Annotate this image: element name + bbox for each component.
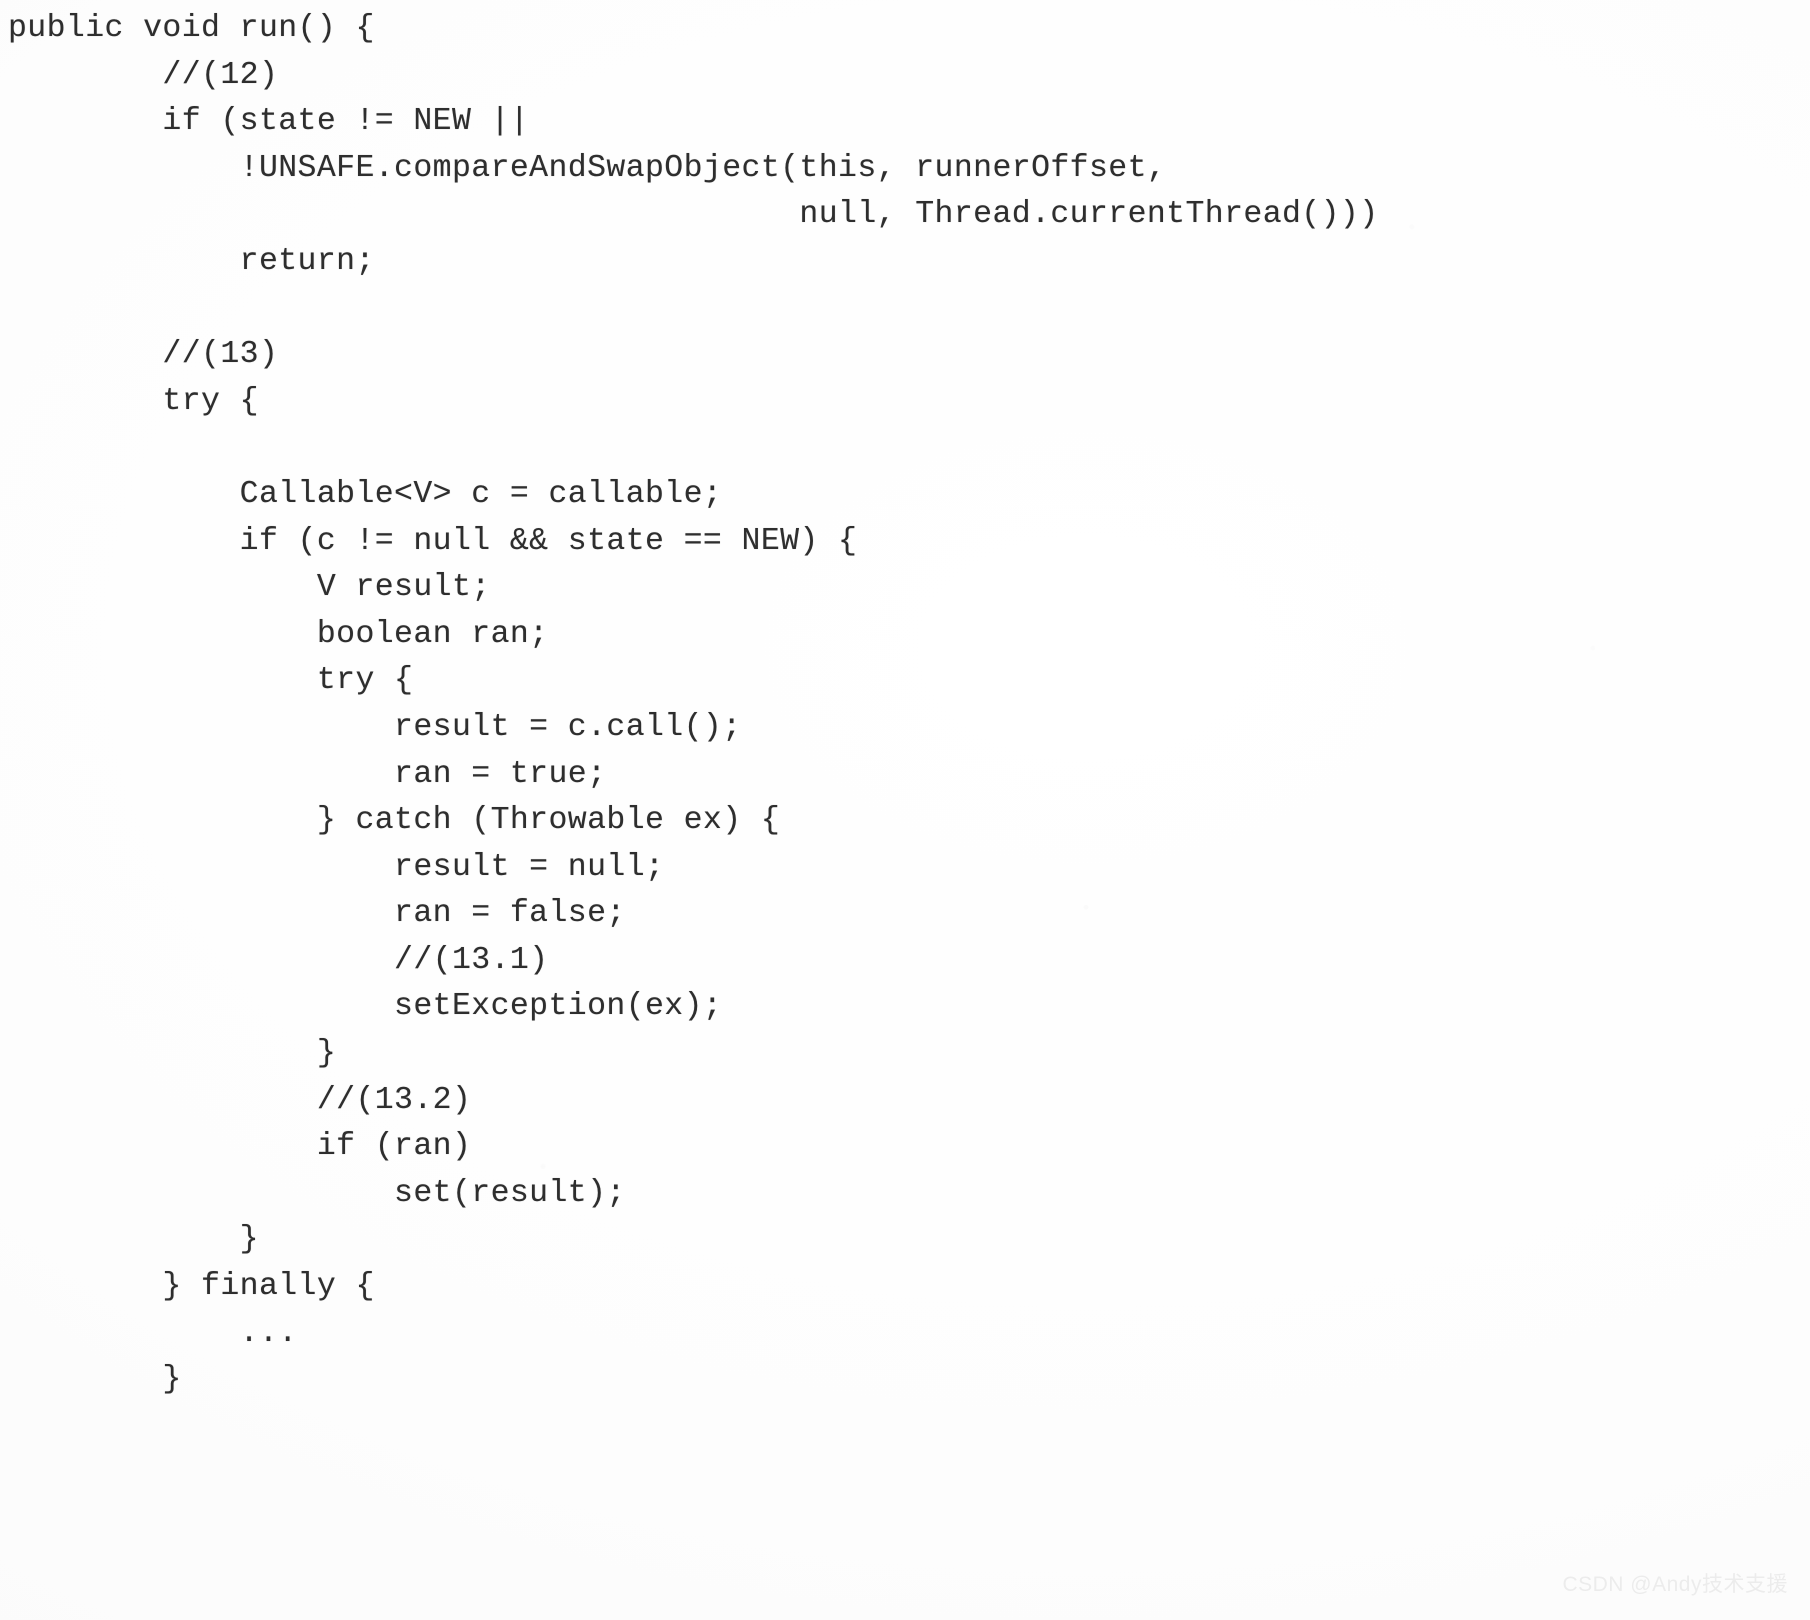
code-line: //(13.2) xyxy=(8,1082,472,1118)
code-line: set(result); xyxy=(8,1175,626,1211)
code-listing: public void run() { //(12) if (state != … xyxy=(0,0,1379,1404)
code-line: public void run() { xyxy=(8,11,375,46)
code-line: ran = true; xyxy=(8,756,607,792)
code-line: return; xyxy=(8,243,375,279)
code-line: result = c.call(); xyxy=(8,709,742,745)
code-line: } xyxy=(8,1222,259,1258)
code-line: ... xyxy=(8,1315,298,1351)
code-line: setException(ex); xyxy=(8,989,723,1025)
code-line: //(13) xyxy=(8,337,279,373)
code-line: try { xyxy=(8,663,414,699)
code-line: } finally { xyxy=(8,1269,375,1305)
code-line: if (state != NEW || xyxy=(8,104,530,140)
code-line: !UNSAFE.compareAndSwapObject(this, runne… xyxy=(8,150,1167,186)
code-line: } catch (Throwable ex) { xyxy=(8,803,781,839)
code-line: //(12) xyxy=(8,57,279,93)
code-line: Callable<V> c = callable; xyxy=(8,476,723,512)
code-line: boolean ran; xyxy=(8,616,549,652)
code-line: //(13.1) xyxy=(8,942,549,978)
code-line: ran = false; xyxy=(8,896,626,932)
code-line: V result; xyxy=(8,570,491,606)
code-line: } xyxy=(8,1362,182,1398)
code-line: try { xyxy=(8,383,259,419)
watermark: CSDN @Andy技术支援 xyxy=(1562,1573,1788,1596)
code-line: result = null; xyxy=(8,849,665,885)
code-line: } xyxy=(8,1036,337,1072)
code-line: if (c != null && state == NEW) { xyxy=(8,523,858,559)
code-line: if (ran) xyxy=(8,1129,472,1165)
code-line: null, Thread.currentThread())) xyxy=(8,197,1379,233)
